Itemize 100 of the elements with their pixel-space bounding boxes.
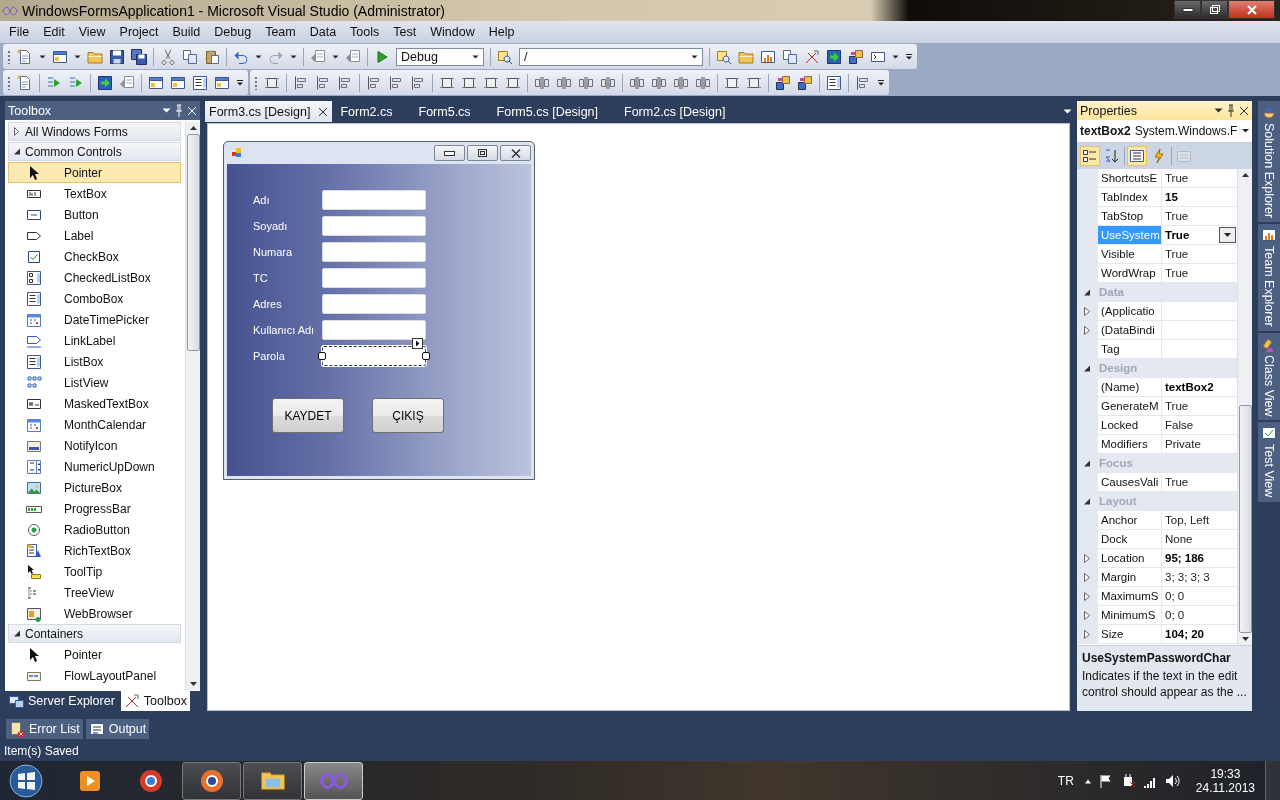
document-tab[interactable]: Form2.cs — [336, 101, 397, 122]
property-name[interactable]: Margin — [1098, 568, 1162, 586]
description-title: UseSystemPasswordChar — [1082, 651, 1232, 665]
property-name[interactable]: CausesVali — [1098, 473, 1162, 491]
property-value: 3; 3; 3; 3 — [1165, 571, 1210, 583]
toolbox-item[interactable]: CheckBox — [8, 246, 181, 267]
property-value: True — [1165, 248, 1189, 260]
menu-item[interactable]: File — [2, 25, 37, 39]
property-value: 15 — [1165, 191, 1178, 203]
property-name[interactable]: Tag — [1098, 340, 1162, 358]
toolbox-item[interactable]: RadioButton — [8, 519, 181, 540]
menu-item[interactable]: Project — [112, 25, 166, 39]
panel-title: Toolbox — [8, 103, 52, 118]
toolbox-item[interactable]: Button — [8, 204, 181, 225]
toolbox-group[interactable]: All Windows Forms — [8, 122, 181, 141]
document-tab[interactable]: Form3.cs [Design] — [205, 101, 333, 122]
property-value: True — [1165, 172, 1189, 184]
property-name[interactable]: WordWrap — [1098, 264, 1162, 282]
toolbox-group[interactable]: Common Controls — [8, 142, 181, 161]
toolbox-item[interactable]: TreeView — [8, 582, 181, 603]
property-value: Top, Left — [1165, 514, 1210, 526]
property-name[interactable]: Dock — [1098, 530, 1162, 548]
toolbox-group[interactable]: Containers — [8, 624, 181, 643]
clock[interactable]: 19:33 24.11.2013 — [1195, 767, 1255, 795]
document-tab[interactable]: Form5.cs — [414, 101, 475, 122]
window-title: WindowsFormsApplication1 - Microsoft Visual Studio (Administrator) — [22, 2, 445, 19]
property-name[interactable]: Anchor — [1098, 511, 1162, 529]
menu-item[interactable]: View — [71, 25, 113, 39]
property-value: True — [1165, 210, 1189, 222]
toolbox-item[interactable]: RichTextBox — [8, 540, 181, 561]
toolbox-item[interactable]: MonthCalendar — [8, 414, 181, 435]
search-dropdown[interactable]: / — [519, 47, 703, 66]
property-value: textBox2 — [1165, 381, 1214, 393]
field-label: TC — [252, 272, 269, 284]
toolbox-item[interactable]: PictureBox — [8, 477, 181, 498]
form-button[interactable]: KAYDET — [272, 398, 344, 433]
panel-tab[interactable]: Server Explorer — [5, 691, 118, 711]
property-name[interactable]: (DataBindi — [1098, 321, 1162, 339]
toolbox-item[interactable]: NotifyIcon — [8, 435, 181, 456]
property-name[interactable]: ShortcutsE — [1098, 169, 1162, 187]
toolbox-item[interactable]: DateTimePicker — [8, 309, 181, 330]
toolbox-item[interactable]: Pointer — [8, 162, 181, 183]
menu-item[interactable]: Tools — [343, 25, 387, 39]
side-tab[interactable]: Solution Explorer — [1258, 101, 1280, 223]
toolbox-item[interactable]: WebBrowser — [8, 603, 181, 624]
toolbox-item[interactable]: CheckedListBox — [8, 267, 181, 288]
language-indicator[interactable]: TR — [1057, 774, 1074, 788]
toolbox-item[interactable]: ComboBox — [8, 288, 181, 309]
property-name[interactable]: GenerateM — [1098, 397, 1162, 415]
property-value: True — [1165, 476, 1189, 488]
panel-title: Properties — [1080, 103, 1137, 118]
menu-item[interactable]: Debug — [207, 25, 259, 39]
property-name[interactable]: Visible — [1098, 245, 1162, 263]
document-tab[interactable]: Form2.cs [Design] — [620, 101, 730, 122]
property-name[interactable]: TabStop — [1098, 207, 1162, 225]
property-name[interactable]: Modifiers — [1098, 435, 1162, 453]
property-value: False — [1165, 419, 1194, 431]
property-name[interactable]: Locked — [1098, 416, 1162, 434]
form-button[interactable]: ÇIKIŞ — [372, 398, 444, 433]
configuration-dropdown[interactable]: Debug — [396, 47, 484, 66]
property-value: None — [1165, 533, 1193, 545]
menu-item[interactable]: Data — [302, 25, 344, 39]
panel-tab[interactable]: Error List — [6, 719, 83, 739]
toolbox-item[interactable]: LinkLabel — [8, 330, 181, 351]
property-name[interactable]: MinimumS — [1098, 606, 1162, 624]
property-value: 0; 0 — [1165, 609, 1185, 621]
toolbox-item[interactable]: ListView — [8, 372, 181, 393]
menu-item[interactable]: Team — [258, 25, 303, 39]
property-name[interactable]: MaximumS — [1098, 587, 1162, 605]
menu-item[interactable]: Build — [165, 25, 208, 39]
toolbox-item[interactable]: ProgressBar — [8, 498, 181, 519]
menu-item[interactable]: Test — [386, 25, 424, 39]
description-text: Indicates if the text in the edit control should appear as the ... — [1082, 668, 1247, 700]
property-value: Private — [1165, 438, 1201, 450]
toolbox-item[interactable]: TextBox — [8, 183, 181, 204]
menu-item[interactable]: Help — [481, 25, 522, 39]
toolbox-item[interactable]: Label — [8, 225, 181, 246]
property-name[interactable]: TabIndex — [1098, 188, 1162, 206]
toolbox-item[interactable]: ListBox — [8, 351, 181, 372]
property-value: 95; 186 — [1165, 552, 1204, 564]
property-name[interactable]: (Applicatio — [1098, 302, 1162, 320]
property-value: True — [1165, 229, 1190, 241]
side-tab[interactable]: Class View — [1258, 332, 1280, 421]
menu-item[interactable]: Edit — [36, 25, 72, 39]
toolbox-item[interactable]: NumericUpDown — [8, 456, 181, 477]
document-tab[interactable]: Form5.cs [Design] — [492, 101, 603, 122]
property-name[interactable]: Location — [1098, 549, 1162, 567]
side-tab[interactable]: Test View — [1258, 422, 1280, 502]
panel-tab[interactable]: Output — [85, 719, 150, 739]
property-name[interactable]: (Name) — [1098, 378, 1162, 396]
menu-item[interactable]: Window — [423, 25, 482, 39]
field-label: Adres — [252, 298, 283, 310]
toolbox-item[interactable]: FlowLayoutPanel — [8, 665, 181, 686]
toolbox-item[interactable]: Pointer — [8, 644, 181, 665]
toolbox-item[interactable]: MaskedTextBox — [8, 393, 181, 414]
side-tab[interactable]: Team Explorer — [1258, 224, 1280, 331]
property-name[interactable]: Size — [1098, 625, 1162, 643]
panel-tab[interactable]: Toolbox — [120, 691, 190, 711]
field-label: Adı — [252, 194, 271, 206]
toolbox-item[interactable]: ToolTip — [8, 561, 181, 582]
